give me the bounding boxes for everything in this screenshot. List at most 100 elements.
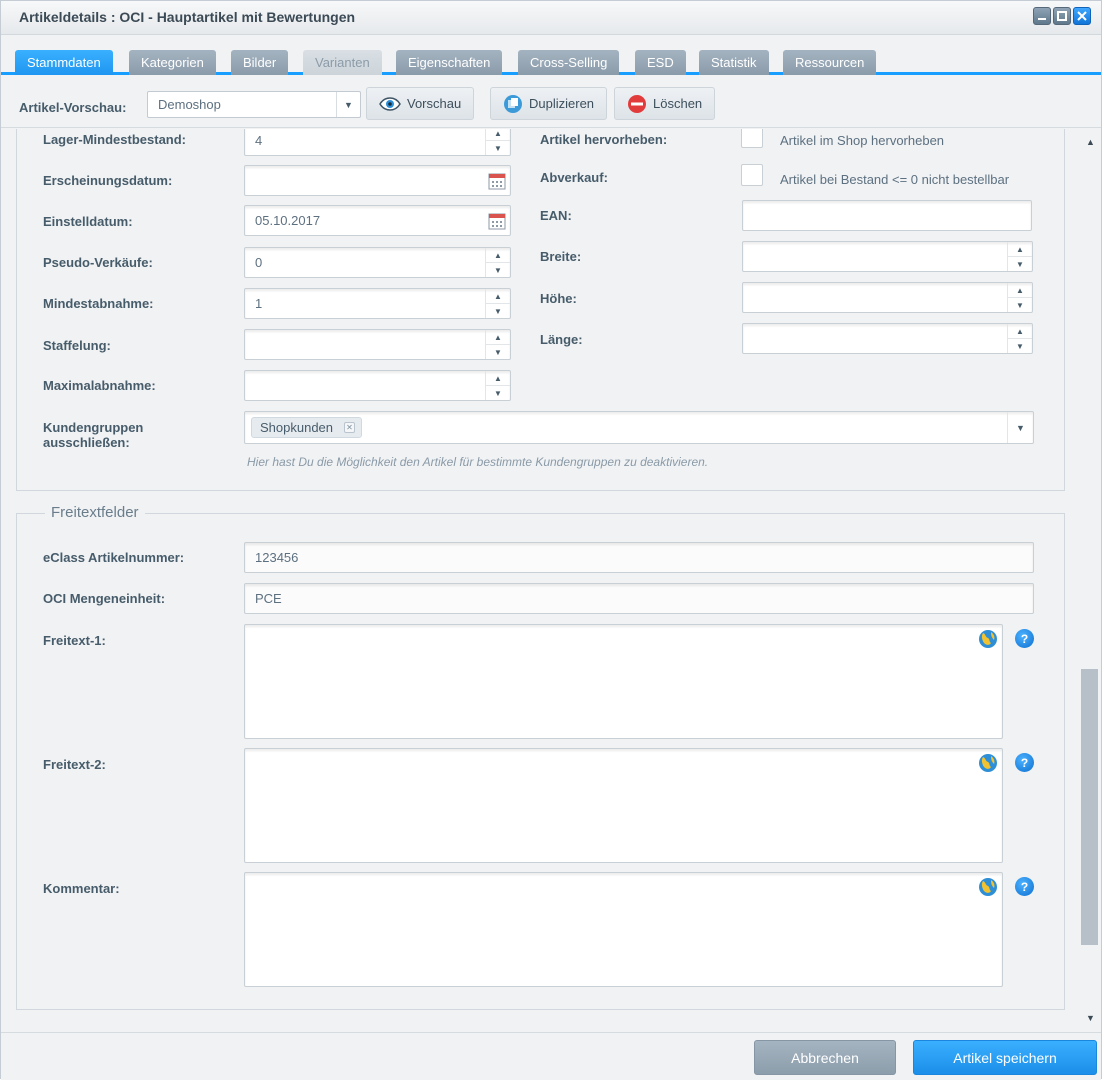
title-bar[interactable]: Artikeldetails : OCI - Hauptartikel mit … — [1, 1, 1101, 35]
shop-select[interactable]: Demoshop ▼ — [147, 91, 361, 118]
preview-label: Artikel-Vorschau: — [19, 100, 127, 115]
spin-up-icon[interactable]: ▲ — [1008, 283, 1032, 298]
release-date-input[interactable] — [244, 165, 511, 196]
customer-groups-label-line1: Kundengruppen — [43, 420, 144, 435]
duplicate-icon — [503, 94, 523, 114]
help-icon[interactable]: ? — [1015, 877, 1034, 896]
eclass-label: eClass Artikelnummer: — [43, 550, 185, 565]
close-icon[interactable] — [1073, 7, 1091, 25]
remove-tag-icon[interactable]: ✕ — [344, 422, 356, 433]
spin-down-icon[interactable]: ▼ — [486, 345, 510, 359]
article-details-window: Artikeldetails : OCI - Hauptartikel mit … — [0, 0, 1102, 1080]
calendar-icon[interactable] — [487, 171, 506, 190]
globe-icon[interactable] — [978, 629, 998, 649]
globe-icon[interactable] — [978, 753, 998, 773]
delete-button[interactable]: Löschen — [614, 87, 716, 120]
pseudo-sales-input[interactable]: 0 ▲ ▼ — [244, 247, 511, 278]
max-purchase-spinner[interactable]: ▲ ▼ — [485, 371, 510, 400]
spin-up-icon[interactable]: ▲ — [486, 248, 510, 263]
min-stock-input[interactable]: 4 ▲ ▼ — [244, 129, 511, 156]
scrollbar-thumb[interactable] — [1081, 669, 1098, 945]
maximize-icon[interactable] — [1053, 7, 1071, 25]
customer-groups-label: Kundengruppen ausschließen: — [43, 420, 143, 450]
sale-checkbox[interactable] — [741, 164, 763, 186]
height-spinner[interactable]: ▲ ▼ — [1007, 283, 1032, 312]
added-date-input[interactable]: 05.10.2017 — [244, 205, 511, 236]
chevron-down-icon[interactable]: ▼ — [1007, 412, 1033, 443]
toolbar: Artikel-Vorschau: Demoshop ▼ Vorschau Du… — [1, 78, 1101, 128]
pseudo-sales-spinner[interactable]: ▲ ▼ — [485, 248, 510, 277]
save-article-button[interactable]: Artikel speichern — [913, 1040, 1097, 1075]
chevron-down-icon[interactable]: ▼ — [336, 92, 360, 117]
scroll-down-icon[interactable]: ▼ — [1086, 1013, 1095, 1023]
pseudo-sales-value: 0 — [255, 255, 263, 270]
height-input[interactable]: ▲ ▼ — [742, 282, 1033, 313]
spin-up-icon[interactable]: ▲ — [486, 371, 510, 386]
tab-eigenschaften[interactable]: Eigenschaften — [396, 50, 503, 75]
spin-down-icon[interactable]: ▼ — [1008, 298, 1032, 312]
tab-statistik[interactable]: Statistik — [699, 50, 769, 75]
min-purchase-label: Mindestabnahme: — [43, 296, 154, 311]
freetext1-label: Freitext-1: — [43, 633, 106, 648]
tab-ressourcen[interactable]: Ressourcen — [783, 50, 877, 75]
help-icon[interactable]: ? — [1015, 753, 1034, 772]
freetext-legend: Freitextfelder — [45, 504, 145, 521]
highlight-checkbox[interactable] — [741, 129, 763, 148]
customer-groups-label-line2: ausschließen: — [43, 435, 130, 450]
cancel-button[interactable]: Abbrechen — [754, 1040, 896, 1075]
graduation-spinner[interactable]: ▲ ▼ — [485, 330, 510, 359]
oci-unit-label: OCI Mengeneinheit: — [43, 591, 166, 606]
calendar-icon[interactable] — [487, 211, 506, 230]
preview-button[interactable]: Vorschau — [366, 87, 475, 120]
max-purchase-input[interactable]: ▲ ▼ — [244, 370, 511, 401]
customer-groups-hint: Hier hast Du die Möglichkeit den Artikel… — [247, 455, 709, 469]
oci-unit-input[interactable]: PCE — [244, 583, 1034, 614]
customer-group-tag-label: Shopkunden — [260, 420, 334, 435]
window-title: Artikeldetails : OCI - Hauptartikel mit … — [19, 9, 356, 25]
spin-up-icon[interactable]: ▲ — [486, 289, 510, 304]
min-stock-spinner[interactable]: ▲ ▼ — [485, 129, 510, 155]
minimize-icon[interactable] — [1033, 7, 1051, 25]
sale-text: Artikel bei Bestand <= 0 nicht bestellba… — [780, 172, 1010, 187]
help-icon[interactable]: ? — [1015, 629, 1034, 648]
spin-up-icon[interactable]: ▲ — [486, 129, 510, 141]
spin-down-icon[interactable]: ▼ — [486, 386, 510, 400]
tab-esd[interactable]: ESD — [635, 50, 686, 75]
freetext1-textarea[interactable] — [244, 624, 1003, 739]
scroll-up-icon[interactable]: ▲ — [1086, 137, 1095, 147]
spin-down-icon[interactable]: ▼ — [1008, 257, 1032, 271]
preview-button-label: Vorschau — [407, 96, 462, 111]
spin-up-icon[interactable]: ▲ — [1008, 324, 1032, 339]
spin-down-icon[interactable]: ▼ — [486, 304, 510, 318]
graduation-input[interactable]: ▲ ▼ — [244, 329, 511, 360]
vertical-scrollbar[interactable]: ▲ ▼ — [1081, 129, 1101, 1031]
width-spinner[interactable]: ▲ ▼ — [1007, 242, 1032, 271]
minus-circle-icon — [627, 94, 647, 114]
tab-bilder[interactable]: Bilder — [231, 50, 289, 75]
tab-kategorien[interactable]: Kategorien — [129, 50, 216, 75]
release-date-label: Erscheinungsdatum: — [43, 173, 173, 188]
spin-down-icon[interactable]: ▼ — [486, 141, 510, 155]
tab-cross-selling[interactable]: Cross-Selling — [518, 50, 620, 75]
spin-up-icon[interactable]: ▲ — [486, 330, 510, 345]
graduation-label: Staffelung: — [43, 338, 111, 353]
spin-down-icon[interactable]: ▼ — [1008, 339, 1032, 353]
width-input[interactable]: ▲ ▼ — [742, 241, 1033, 272]
length-input[interactable]: ▲ ▼ — [742, 323, 1033, 354]
tab-stammdaten[interactable]: Stammdaten — [15, 50, 113, 75]
eclass-input[interactable]: 123456 — [244, 542, 1034, 573]
duplicate-button[interactable]: Duplizieren — [490, 87, 608, 120]
globe-icon[interactable] — [978, 877, 998, 897]
length-spinner[interactable]: ▲ ▼ — [1007, 324, 1032, 353]
footer-bar: Abbrechen Artikel speichern — [1, 1032, 1101, 1080]
min-purchase-input[interactable]: 1 ▲ ▼ — [244, 288, 511, 319]
spin-down-icon[interactable]: ▼ — [486, 263, 510, 277]
sale-label: Abverkauf: — [540, 170, 608, 185]
customer-groups-select[interactable]: Shopkunden ✕ ▼ — [244, 411, 1034, 444]
ean-label: EAN: — [540, 208, 572, 223]
comment-textarea[interactable] — [244, 872, 1003, 987]
min-purchase-spinner[interactable]: ▲ ▼ — [485, 289, 510, 318]
ean-input[interactable] — [742, 200, 1032, 231]
freetext2-textarea[interactable] — [244, 748, 1003, 863]
spin-up-icon[interactable]: ▲ — [1008, 242, 1032, 257]
